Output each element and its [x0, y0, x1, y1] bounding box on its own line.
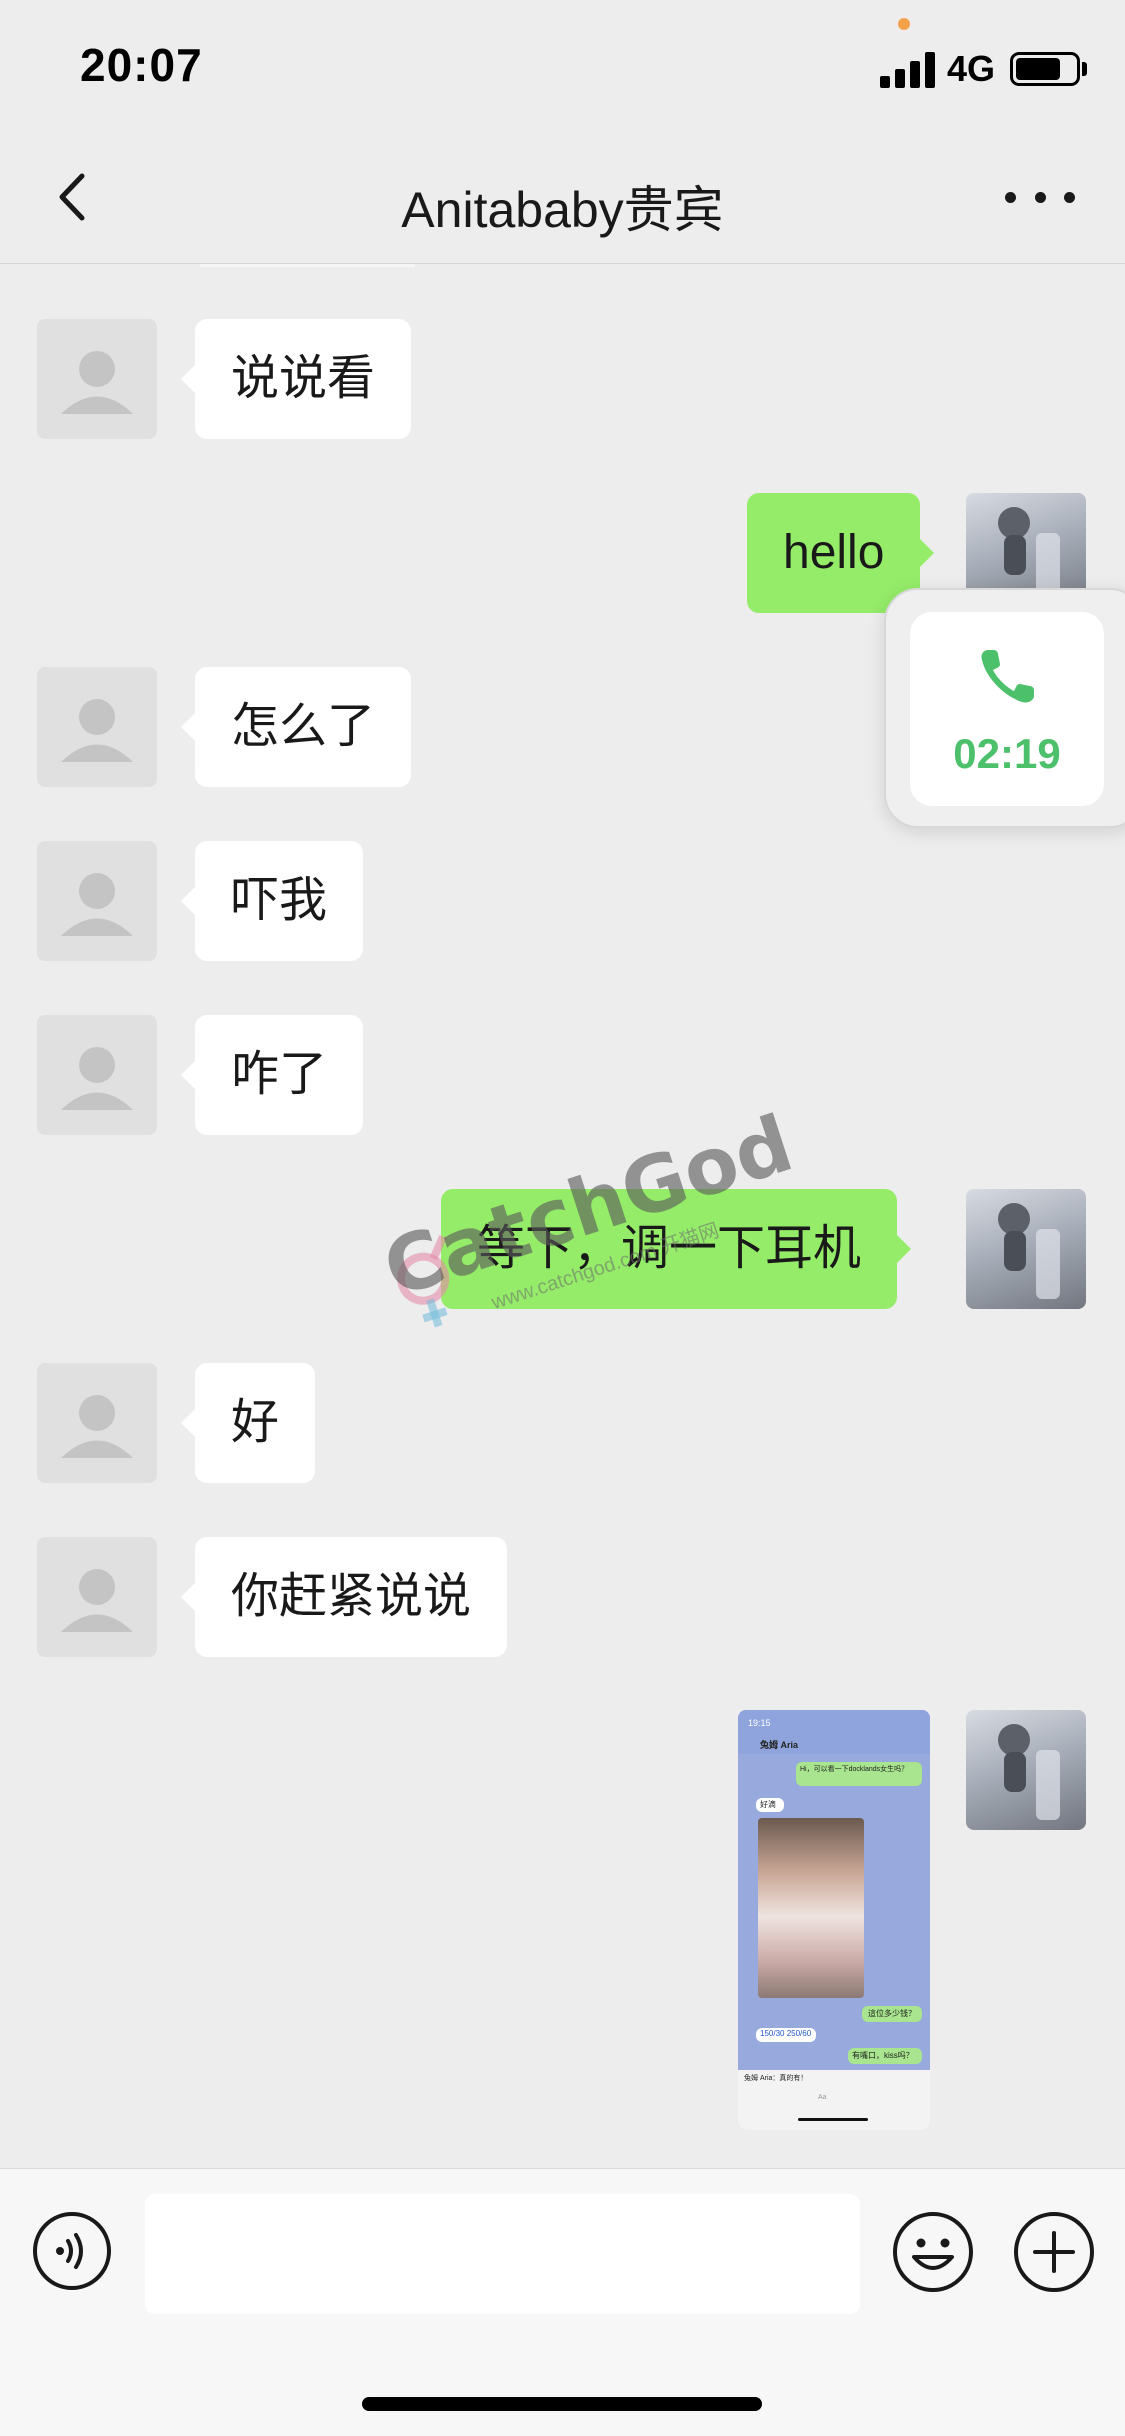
image-contact-name: 兔姆 Aria — [760, 1740, 799, 1750]
more-functions-button[interactable] — [1013, 2211, 1095, 2293]
voice-icon — [33, 2212, 111, 2290]
more-icon — [1005, 191, 1016, 203]
message-input-bar — [0, 2168, 1125, 2436]
default-avatar-icon — [61, 1569, 133, 1632]
sculpture-avatar-image — [998, 1724, 1060, 1820]
more-options-button[interactable] — [1005, 162, 1075, 232]
call-duration: 02:19 — [953, 730, 1061, 777]
default-avatar-icon — [61, 351, 133, 414]
image-text: 150/30 250/60 — [760, 2029, 812, 2038]
image-time: 19:15 — [748, 1718, 771, 1728]
default-avatar-icon — [61, 699, 133, 762]
image-text: Aa — [818, 2094, 827, 2101]
battery-cap — [1082, 62, 1087, 76]
voice-button[interactable] — [32, 2211, 112, 2291]
status-time: 20:07 — [80, 39, 203, 91]
plus-icon — [1014, 2212, 1094, 2292]
image-text: Hi，可以看一下docklands女生吗？ — [800, 1766, 909, 1773]
default-avatar-icon — [61, 873, 133, 936]
contact-avatar[interactable] — [37, 1015, 157, 1135]
phone-icon — [981, 650, 1034, 703]
scroll-hint — [200, 264, 415, 267]
message-bubble-incoming[interactable]: 你赶紧说说 — [180, 1537, 508, 1657]
contact-avatar[interactable] — [37, 1537, 157, 1657]
chat-header: Anitababy贵宾 — [0, 132, 1125, 264]
home-indicator[interactable] — [362, 2397, 762, 2411]
image-text: 兔姆 Aria：真的有！ — [744, 2075, 808, 2082]
message-bubble-incoming[interactable]: 好 — [180, 1363, 316, 1483]
image-text: 有嘴口，kiss吗？ — [852, 2051, 914, 2060]
message-bubble-incoming[interactable]: 咋了 — [180, 1015, 364, 1135]
contact-avatar[interactable] — [37, 667, 157, 787]
contact-avatar[interactable] — [37, 841, 157, 961]
default-avatar-icon — [61, 1395, 133, 1458]
message-bubble-incoming[interactable]: 吓我 — [180, 841, 364, 961]
image-photo — [758, 1818, 864, 1998]
contact-avatar[interactable] — [37, 1363, 157, 1483]
call-card[interactable]: 02:19 — [910, 612, 1104, 806]
contact-avatar[interactable] — [37, 319, 157, 439]
message-input[interactable] — [145, 2194, 860, 2314]
battery-icon — [1010, 52, 1080, 86]
message-bubble-outgoing[interactable]: 等下，调一下耳机 — [441, 1189, 912, 1309]
message-bubble-incoming[interactable]: 怎么了 — [180, 667, 412, 787]
image-message[interactable]: 19:15 兔姆 Aria Hi，可以看一下docklands女生吗？ 好滴 這… — [738, 1710, 930, 2130]
status-bar: 20:07 4G — [0, 0, 1125, 132]
ongoing-call-float[interactable]: 02:19 — [884, 588, 1125, 828]
sculpture-avatar-image — [998, 1203, 1060, 1299]
emoji-button[interactable] — [892, 2211, 974, 2293]
signal-strength-icon — [880, 52, 936, 88]
user-avatar[interactable] — [966, 1189, 1086, 1309]
image-home-indicator — [798, 2118, 868, 2121]
emoji-icon — [893, 2212, 973, 2292]
default-avatar-icon — [61, 1047, 133, 1110]
message-bubble-incoming[interactable]: 说说看 — [180, 319, 412, 439]
privacy-indicator-dot — [898, 18, 910, 30]
network-type: 4G — [947, 48, 996, 89]
image-text: 好滴 — [760, 1800, 776, 1809]
user-avatar[interactable] — [966, 1710, 1086, 1830]
image-text: 這位多少钱？ — [868, 2009, 916, 2018]
chat-title: Anitababy贵宾 — [401, 182, 724, 238]
message-bubble-outgoing[interactable]: hello — [747, 493, 935, 613]
